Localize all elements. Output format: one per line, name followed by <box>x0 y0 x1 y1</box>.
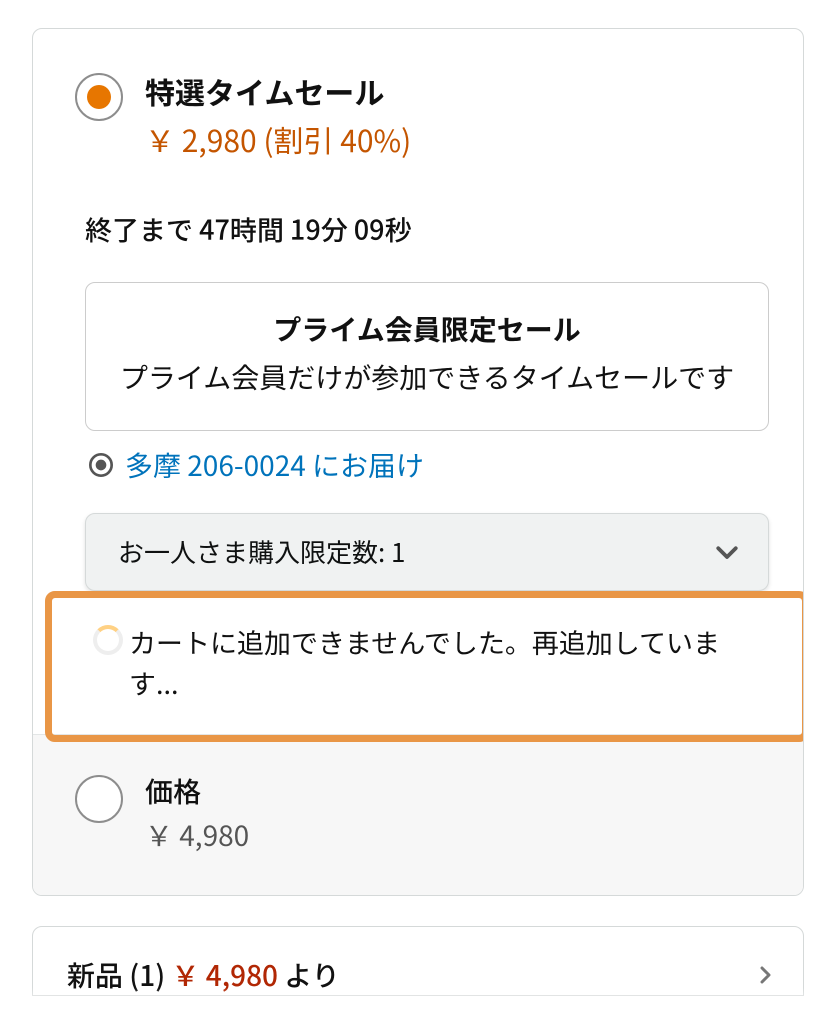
cart-error-row: カートに追加できませんでした。再追加しています... <box>75 599 779 735</box>
sale-option[interactable]: 特選タイムセール ￥ 2,980 (割引 40%) 終了まで 47時間 19分 … <box>33 29 803 734</box>
new-offers-prefix: 新品 (1) <box>67 955 172 995</box>
deliver-to-row[interactable]: 多摩 206-0024 にお届け <box>75 431 779 485</box>
spinner-icon <box>93 625 123 655</box>
chevron-right-icon <box>753 963 777 987</box>
new-offers-price: ￥ 4,980 <box>172 955 279 995</box>
quantity-selector[interactable]: お一人さま購入限定数: 1 <box>85 513 769 591</box>
sale-option-radio[interactable] <box>75 73 123 121</box>
new-offers-suffix: より <box>278 955 340 995</box>
location-pin-icon <box>85 449 117 481</box>
new-offers-row[interactable]: 新品 (1) ￥ 4,980 より <box>32 926 804 996</box>
regular-price-option[interactable]: 価格 ￥ 4,980 <box>33 734 803 895</box>
prime-notice-title: プライム会員限定セール <box>106 309 748 349</box>
prime-notice-box: プライム会員限定セール プライム会員だけが参加できるタイムセールです <box>85 282 769 431</box>
regular-price-value: ￥ 4,980 <box>145 815 249 855</box>
regular-price-radio[interactable] <box>75 775 123 823</box>
sale-price: ￥ 2,980 (割引 40%) <box>145 117 411 161</box>
prime-notice-desc: プライム会員だけが参加できるタイムセールです <box>106 357 748 398</box>
quantity-label: お一人さま購入限定数: 1 <box>118 533 405 570</box>
regular-price-label: 価格 <box>145 771 249 811</box>
deliver-to-link[interactable]: 多摩 206-0024 にお届け <box>125 445 424 485</box>
sale-title: 特選タイムセール <box>145 69 411 113</box>
sale-countdown: 終了まで 47時間 19分 09秒 <box>75 161 779 248</box>
cart-error-text: カートに追加できませんでした。再追加しています... <box>129 621 761 705</box>
chevron-down-icon <box>712 537 742 567</box>
buy-options-card: 特選タイムセール ￥ 2,980 (割引 40%) 終了まで 47時間 19分 … <box>32 28 804 896</box>
